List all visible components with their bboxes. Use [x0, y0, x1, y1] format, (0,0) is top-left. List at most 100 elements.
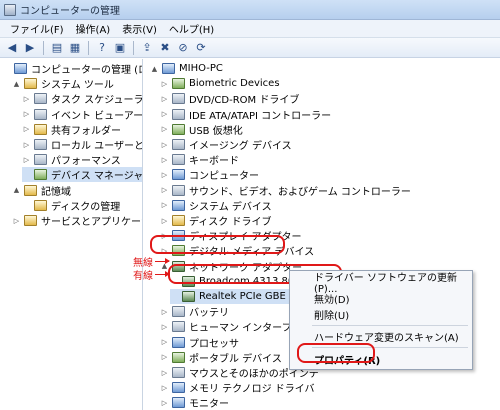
menu-view[interactable]: 表示(V): [116, 21, 163, 36]
tree-item[interactable]: ▷ Biometric Devices: [160, 76, 280, 91]
forward-arrow-icon[interactable]: ▶: [22, 40, 38, 56]
menu-bar: ファイル(F) 操作(A) 表示(V) ヘルプ(H): [0, 20, 500, 38]
disable-icon[interactable]: ⊘: [175, 40, 191, 56]
tree-item[interactable]: ▷ プロセッサ: [160, 335, 239, 350]
tree-item-label: システム ツール: [41, 80, 114, 92]
disk-icon: [172, 215, 185, 226]
tree-item-label: モニター: [189, 399, 229, 410]
help-icon[interactable]: ?: [94, 40, 110, 56]
collapsed-toggle-icon[interactable]: ▷: [160, 322, 169, 331]
net-icon: [182, 291, 195, 302]
tree-item-label: イベント ビューアー: [51, 110, 143, 122]
tree-item[interactable]: ▷ システム デバイス: [160, 198, 272, 213]
collapsed-toggle-icon[interactable]: ▷: [160, 79, 169, 88]
tree-item-label: プロセッサ: [189, 338, 239, 350]
collapsed-toggle-icon[interactable]: ▷: [160, 307, 169, 316]
tree-item[interactable]: ▲ 記憶域: [12, 183, 71, 198]
collapsed-toggle-icon[interactable]: ▷: [22, 125, 31, 134]
tree-item[interactable]: ▷ ディスク ドライブ: [160, 213, 271, 228]
menu-scan-hardware[interactable]: ハードウェア変更のスキャン(A): [290, 328, 472, 344]
tree-item-label: タスク スケジューラ: [51, 95, 143, 107]
collapsed-toggle-icon[interactable]: ▷: [22, 140, 31, 149]
collapsed-toggle-icon[interactable]: ▷: [160, 383, 169, 392]
hid-icon: [172, 321, 185, 333]
collapsed-toggle-icon[interactable]: ▷: [160, 155, 169, 164]
tree-item[interactable]: ▷ モニター: [160, 395, 229, 410]
tree-item[interactable]: コンピューターの管理 (ローカ: [2, 61, 142, 76]
tree-item-label: Biometric Devices: [189, 78, 280, 90]
collapsed-toggle-icon[interactable]: ▷: [22, 155, 31, 164]
mouse-icon: [172, 367, 185, 378]
menu-disable[interactable]: 無効(D): [290, 290, 472, 306]
tree-item[interactable]: ▷ タスク スケジューラ: [22, 91, 143, 107]
menu-file[interactable]: ファイル(F): [4, 21, 70, 36]
tree-item[interactable]: ▷ 共有フォルダー: [22, 122, 121, 137]
back-arrow-icon[interactable]: ◀: [4, 40, 20, 56]
tree-item[interactable]: ▲ MIHO-PC: [150, 61, 223, 76]
tree-item-label: デバイス マネージャー: [51, 171, 143, 183]
uninstall-icon[interactable]: ✖: [157, 40, 173, 56]
tree-item[interactable]: ▷ DVD/CD-ROM ドライブ: [160, 91, 299, 106]
toolbar-separator: [43, 40, 44, 55]
collapsed-toggle-icon[interactable]: ▷: [160, 125, 169, 134]
tree-item[interactable]: デバイス マネージャー: [22, 167, 143, 183]
tree-item[interactable]: ▷ ポータブル デバイス: [160, 350, 282, 365]
folder-icon[interactable]: ▤: [49, 40, 65, 56]
collapsed-toggle-icon[interactable]: ▷: [160, 94, 169, 103]
tree-item[interactable]: ▷ USB 仮想化: [160, 122, 243, 137]
tree-item-label: システム デバイス: [189, 201, 272, 213]
tree-item[interactable]: ▲ システム ツール: [12, 76, 114, 91]
tree-item[interactable]: ▷ コンピューター: [160, 167, 259, 182]
sound-icon: [172, 184, 185, 196]
tree-item-label: パフォーマンス: [51, 156, 121, 168]
update-driver-icon[interactable]: ⇪: [139, 40, 155, 56]
menu-help[interactable]: ヘルプ(H): [163, 21, 220, 36]
tree-item-label: ディスクの管理: [51, 201, 121, 213]
users-icon: [34, 139, 47, 150]
tree-item[interactable]: ▷ ローカル ユーザーとグ: [22, 137, 143, 152]
keyboard-icon: [172, 154, 185, 166]
collapsed-toggle-icon[interactable]: ▷: [160, 170, 169, 179]
tree-item[interactable]: ▷ キーボード: [160, 152, 239, 167]
memory-icon: [172, 382, 185, 394]
tree-item[interactable]: ▷ サウンド、ビデオ、およびゲーム コントローラー: [160, 183, 411, 198]
collapsed-toggle-icon[interactable]: ▷: [160, 110, 169, 119]
collapsed-toggle-icon[interactable]: ▷: [12, 216, 21, 225]
clock-icon: [34, 93, 47, 105]
expanded-toggle-icon[interactable]: ▲: [150, 64, 159, 73]
monitor-icon: [172, 397, 185, 409]
collapsed-toggle-icon[interactable]: ▷: [160, 186, 169, 195]
menu-action[interactable]: 操作(A): [70, 21, 117, 36]
tree-item[interactable]: ▷ イメージング デバイス: [160, 137, 292, 152]
collapsed-toggle-icon[interactable]: ▷: [160, 201, 169, 210]
collapsed-toggle-icon[interactable]: ▷: [22, 94, 31, 103]
collapsed-toggle-icon[interactable]: ▷: [160, 140, 169, 149]
tree-item[interactable]: ▷ IDE ATA/ATAPI コントローラー: [160, 107, 331, 122]
collapsed-toggle-icon[interactable]: ▷: [160, 368, 169, 377]
wired-label: 有線: [133, 271, 153, 282]
properties-icon[interactable]: ▦: [67, 40, 83, 56]
tree-item[interactable]: ディスクの管理: [22, 198, 120, 213]
collapsed-toggle-icon[interactable]: ▷: [160, 398, 169, 407]
tree-item-label: ローカル ユーザーとグ: [51, 141, 143, 152]
tree-item[interactable]: ▷ パフォーマンス: [22, 152, 121, 167]
collapsed-toggle-icon[interactable]: ▷: [160, 216, 169, 225]
collapsed-toggle-icon[interactable]: ▷: [22, 110, 31, 119]
toolbar-separator: [133, 40, 134, 55]
tree-item[interactable]: ▷ バッテリ: [160, 304, 229, 319]
collapsed-toggle-icon[interactable]: ▷: [160, 338, 169, 347]
expanded-toggle-icon[interactable]: ▲: [12, 186, 21, 195]
tree-item-label: サウンド、ビデオ、およびゲーム コントローラー: [189, 186, 411, 198]
menu-uninstall[interactable]: 削除(U): [290, 306, 472, 322]
collapsed-toggle-icon[interactable]: ▷: [160, 353, 169, 362]
scan-icon[interactable]: ⟳: [193, 40, 209, 56]
menu-update-driver[interactable]: ドライバー ソフトウェアの更新(P)...: [290, 273, 472, 295]
title-bar[interactable]: コンピューターの管理: [0, 0, 500, 20]
expanded-toggle-icon[interactable]: ▲: [12, 79, 21, 88]
tree-item[interactable]: ▷ メモリ テクノロジ ドライバ: [160, 380, 315, 395]
tree-item[interactable]: ▷ サービスとアプリケーショ: [12, 213, 142, 228]
console-tree-pane[interactable]: コンピューターの管理 (ローカ ▲ システム ツール ▷ タスク スケジューラ ▷ イベント…: [0, 59, 143, 410]
view-icon[interactable]: ▣: [112, 40, 128, 56]
tree-item[interactable]: ▷ イベント ビューアー: [22, 107, 143, 122]
perf-icon: [34, 154, 47, 166]
